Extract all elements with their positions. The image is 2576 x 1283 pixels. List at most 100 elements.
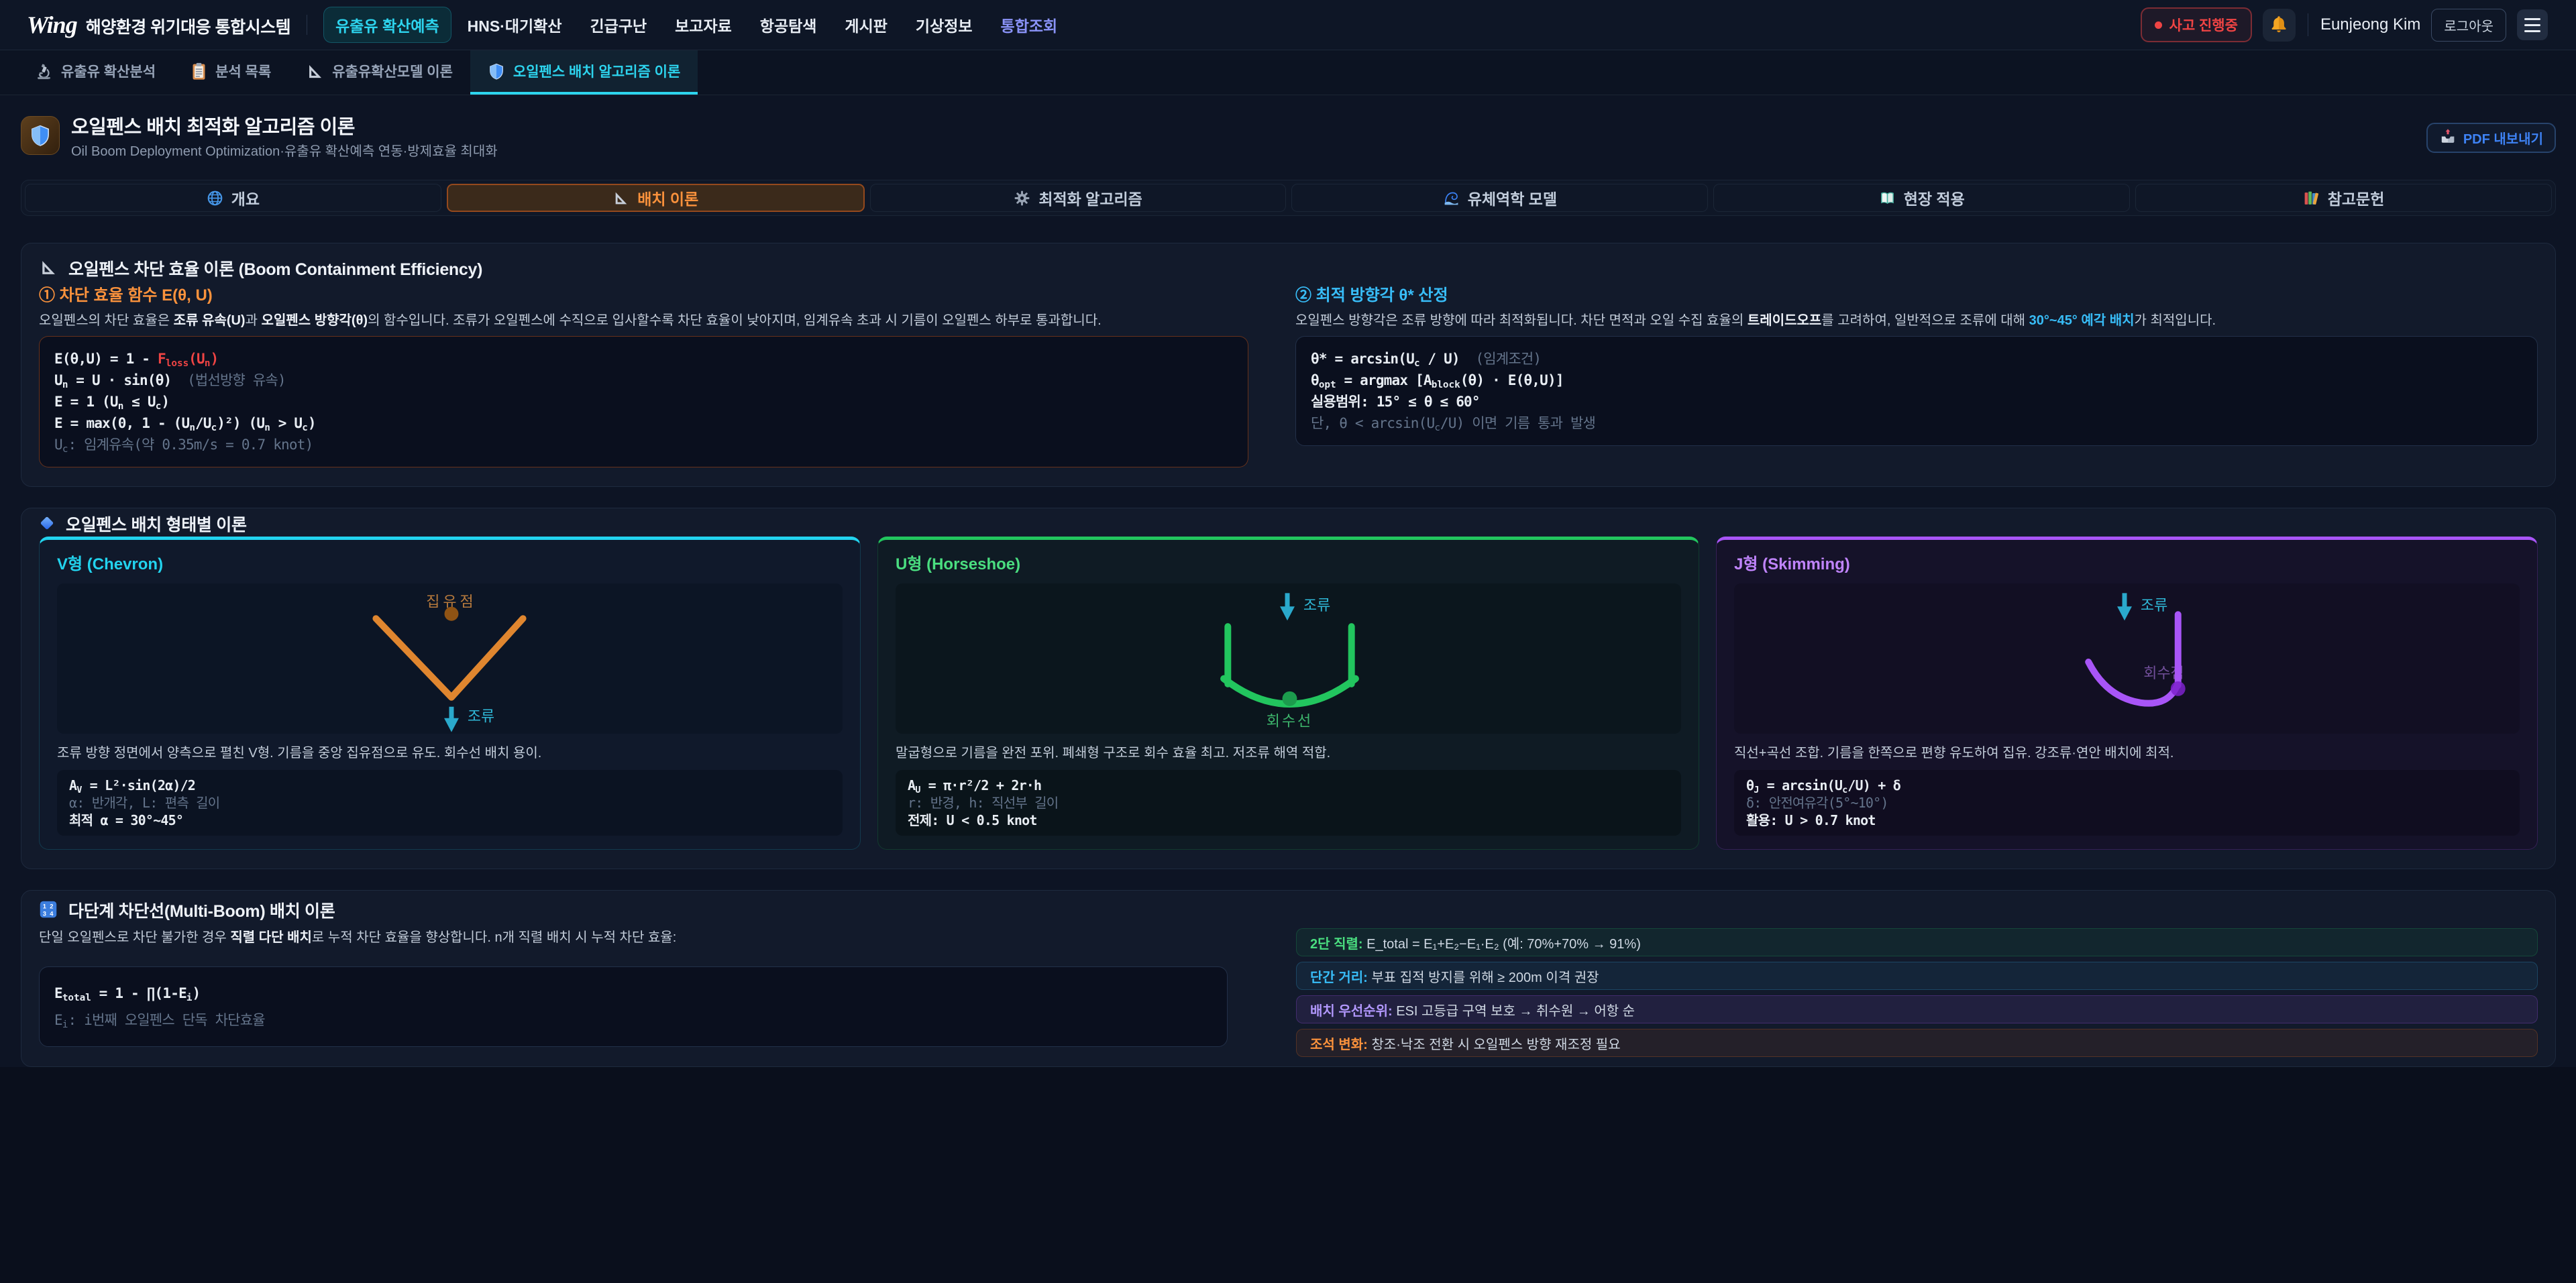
card-horseshoe: U형 (Horseshoe) 조류 회수선 말굽형으로 기름을 완전 포위. 폐… <box>877 537 1699 850</box>
card-description: 말굽형으로 기름을 완전 포위. 폐쇄형 구조로 회수 효율 최고. 저조류 해… <box>896 744 1681 763</box>
microscope-icon <box>35 62 53 80</box>
chevron-boom-line <box>376 618 523 698</box>
recovery-dot <box>1283 691 1297 706</box>
tab-label: 개요 <box>231 186 260 209</box>
notifications-button[interactable] <box>2263 9 2296 42</box>
svg-text:3: 3 <box>43 910 46 917</box>
multiboom-note-1: 단간 거리: 부표 집적 방지를 위해 ≥ 200m 이격 권장 <box>1296 962 2538 990</box>
pdf-export-button[interactable]: PDF 내보내기 <box>2426 123 2556 153</box>
section-containment-efficiency: 오일펜스 차단 효율 이론 (Boom Containment Efficien… <box>21 243 2556 487</box>
page-subtitle: Oil Boom Deployment Optimization·유출유 확산예… <box>71 144 498 160</box>
tab-label: 참고문헌 <box>2328 186 2385 209</box>
nav-item-보고자료[interactable]: 보고자료 <box>663 7 744 43</box>
tab-deployment-theory[interactable]: 배치 이론 <box>447 184 865 212</box>
incident-status-badge[interactable]: 사고 진행중 <box>2141 7 2252 42</box>
section-title-row: 오일펜스 차단 효율 이론 (Boom Containment Efficien… <box>39 258 2538 281</box>
card-chevron: V형 (Chevron) 집유점 조류 조류 방향 정면에서 양측으로 펼친 V… <box>39 537 861 850</box>
subtab-boom-algorithm-theory[interactable]: 오일펜스 배치 알고리즘 이론 <box>470 50 698 95</box>
page-header: 오일펜스 배치 최적화 알고리즘 이론 Oil Boom Deployment … <box>21 95 2556 160</box>
tab-references[interactable]: 참고문헌 <box>2135 184 2552 212</box>
horseshoe-boom-sides <box>1228 626 1351 684</box>
nav-item-HNS·대기확산[interactable]: HNS·대기확산 <box>455 7 574 43</box>
app-title: 해양환경 위기대응 통합시스템 <box>86 14 290 38</box>
pdf-export-label: PDF 내보내기 <box>2463 128 2543 148</box>
multiboom-formula-block: Etotal = 1 - ∏(1-Ei)Ei: i번째 오일펜스 단독 차단효율 <box>39 966 1228 1047</box>
multiboom-note-2: 배치 우선순위: ESI 고등급 구역 보호 → 취수원 → 어항 순 <box>1296 995 2538 1023</box>
user-name: Eunjeong Kim <box>2320 15 2420 34</box>
wave-icon <box>1443 190 1460 207</box>
efficiency-columns: ① 차단 효율 함수 E(θ, U) 오일펜스의 차단 효율은 조류 유속(U)… <box>39 287 2538 467</box>
page-shield-icon <box>21 116 60 155</box>
tab-label: 최적화 알고리즘 <box>1038 186 1142 209</box>
triangle-ruler-icon <box>612 190 629 207</box>
card-title: U형 (Horseshoe) <box>896 555 1681 574</box>
numbers-icon: 1 2 3 4 <box>39 900 58 923</box>
bell-icon <box>2269 14 2289 36</box>
card-formula-block: AV = L²·sin(2α)/2α: 반개각, L: 편측 길이최적 α = … <box>57 770 843 836</box>
subtab-spill-analysis[interactable]: 유출유 확산분석 <box>17 50 173 95</box>
section-title: 오일펜스 배치 형태별 이론 <box>66 516 247 535</box>
card-title: V형 (Chevron) <box>57 555 843 574</box>
multiboom-paragraph: 단일 오일펜스로 차단 불가한 경우 직렬 다단 배치로 누적 차단 효율을 향… <box>39 928 1228 948</box>
top-navbar: Wing 해양환경 위기대응 통합시스템 유출유 확산예측HNS·대기확산긴급구… <box>0 0 2576 50</box>
card-formula-block: θJ = arcsin(Uc/U) + δδ: 안전여유각(5°~10°)활용:… <box>1734 770 2520 836</box>
tab-field-application[interactable]: 현장 적용 <box>1713 184 2130 212</box>
efficiency-right-column: ② 최적 방향각 θ* 산정 오일펜스 방향각은 조류 방향에 따라 최적화됩니… <box>1295 287 2538 467</box>
books-icon <box>2303 190 2320 207</box>
multiboom-note-0: 2단 직렬: E_total = E₁+E₂−E₁·E₂ (예: 70%+70%… <box>1296 928 2538 956</box>
multiboom-note-3: 조석 변화: 창조·낙조 전환 시 오일펜스 방향 재조정 필요 <box>1296 1029 2538 1057</box>
incident-status-label: 사고 진행중 <box>2169 15 2238 35</box>
globe-icon <box>207 190 223 207</box>
card-skimming: J형 (Skimming) 조류 회수점 직선+곡선 조합. 기름을 한쪽으로 … <box>1716 537 2538 850</box>
section-title: 다단계 차단선(Multi-Boom) 배치 이론 <box>68 902 335 921</box>
hamburger-icon-bar <box>2524 18 2540 20</box>
multiboom-notes: 2단 직렬: E_total = E₁+E₂−E₁·E₂ (예: 70%+70%… <box>1296 928 2538 1057</box>
main-nav: 유출유 확산예측HNS·대기확산긴급구난보고자료항공탐색게시판기상정보통합조회 <box>323 7 1069 43</box>
efficiency-function-formula-block: E(θ,U) = 1 - Floss(Un)Un = U · sin(θ) (법… <box>39 336 1248 467</box>
recovery-line-label: 회수선 <box>1267 713 1313 730</box>
triangle-ruler-icon <box>39 258 58 281</box>
svg-text:2: 2 <box>50 903 53 909</box>
nav-item-spill-prediction[interactable]: 유출유 확산예측 <box>323 7 451 43</box>
nav-item-긴급구난[interactable]: 긴급구난 <box>578 7 659 43</box>
tab-label: 배치 이론 <box>637 186 698 209</box>
collection-point-dot <box>445 607 459 621</box>
subtab-label: 유출유확산모델 이론 <box>332 61 453 81</box>
current-arrow-head <box>2117 606 2132 620</box>
app-logo[interactable]: Wing 해양환경 위기대응 통합시스템 <box>27 11 290 39</box>
gear-icon <box>1014 190 1030 207</box>
subtab-diffusion-model-theory[interactable]: 유출유확산모델 이론 <box>288 50 470 95</box>
recovery-dot <box>2171 681 2186 696</box>
layout-cards: V형 (Chevron) 집유점 조류 조류 방향 정면에서 양측으로 펼친 V… <box>39 537 2538 850</box>
triangle-ruler-icon <box>306 62 324 80</box>
nav-item-항공탐색[interactable]: 항공탐색 <box>748 7 829 43</box>
outbox-tray-icon <box>2439 127 2457 149</box>
card-description: 조류 방향 정면에서 양측으로 펼친 V형. 기름을 중앙 집유점으로 유도. … <box>57 744 843 763</box>
nav-item-게시판[interactable]: 게시판 <box>833 7 899 43</box>
optimal-angle-heading: ② 최적 방향각 θ* 산정 <box>1295 287 2538 304</box>
svg-text:1: 1 <box>43 903 46 909</box>
logout-button[interactable]: 로그아웃 <box>2431 9 2506 42</box>
current-arrow-head <box>444 718 459 732</box>
horseshoe-diagram: 조류 회수선 <box>896 583 1681 734</box>
subtab-label: 오일펜스 배치 알고리즘 이론 <box>513 61 680 81</box>
content-tabbar: 개요 배치 이론 <box>21 180 2556 216</box>
efficiency-function-heading: ① 차단 효율 함수 E(θ, U) <box>39 287 1248 304</box>
tab-optimization-algorithm[interactable]: 최적화 알고리즘 <box>870 184 1287 212</box>
tab-overview[interactable]: 개요 <box>25 184 441 212</box>
page-header-text: 오일펜스 배치 최적화 알고리즘 이론 Oil Boom Deployment … <box>71 116 498 160</box>
tab-label: 현장 적용 <box>1904 186 1965 209</box>
section-title: 오일펜스 차단 효율 이론 (Boom Containment Efficien… <box>68 260 482 279</box>
current-label: 조류 <box>468 708 494 725</box>
nav-item-통합조회[interactable]: 통합조회 <box>989 7 1070 43</box>
page-content: 오일펜스 배치 최적화 알고리즘 이론 Oil Boom Deployment … <box>0 95 2576 1067</box>
nav-item-기상정보[interactable]: 기상정보 <box>904 7 985 43</box>
secondary-tabbar: 유출유 확산분석 분석 목록 유출유확산모델 이론 오일펜스 배치 알고리즘 이… <box>0 50 2576 95</box>
subtab-analysis-list[interactable]: 분석 목록 <box>173 50 288 95</box>
chevron-diagram: 집유점 조류 <box>57 583 843 734</box>
hamburger-menu-button[interactable] <box>2517 9 2548 40</box>
shield-icon <box>488 62 505 80</box>
open-book-icon <box>1879 190 1896 207</box>
tab-hydrodynamics-model[interactable]: 유체역학 모델 <box>1291 184 1708 212</box>
section-multiboom: 1 2 3 4 다단계 차단선(Multi-Boom) 배치 이론 단일 오일펜… <box>21 890 2556 1067</box>
